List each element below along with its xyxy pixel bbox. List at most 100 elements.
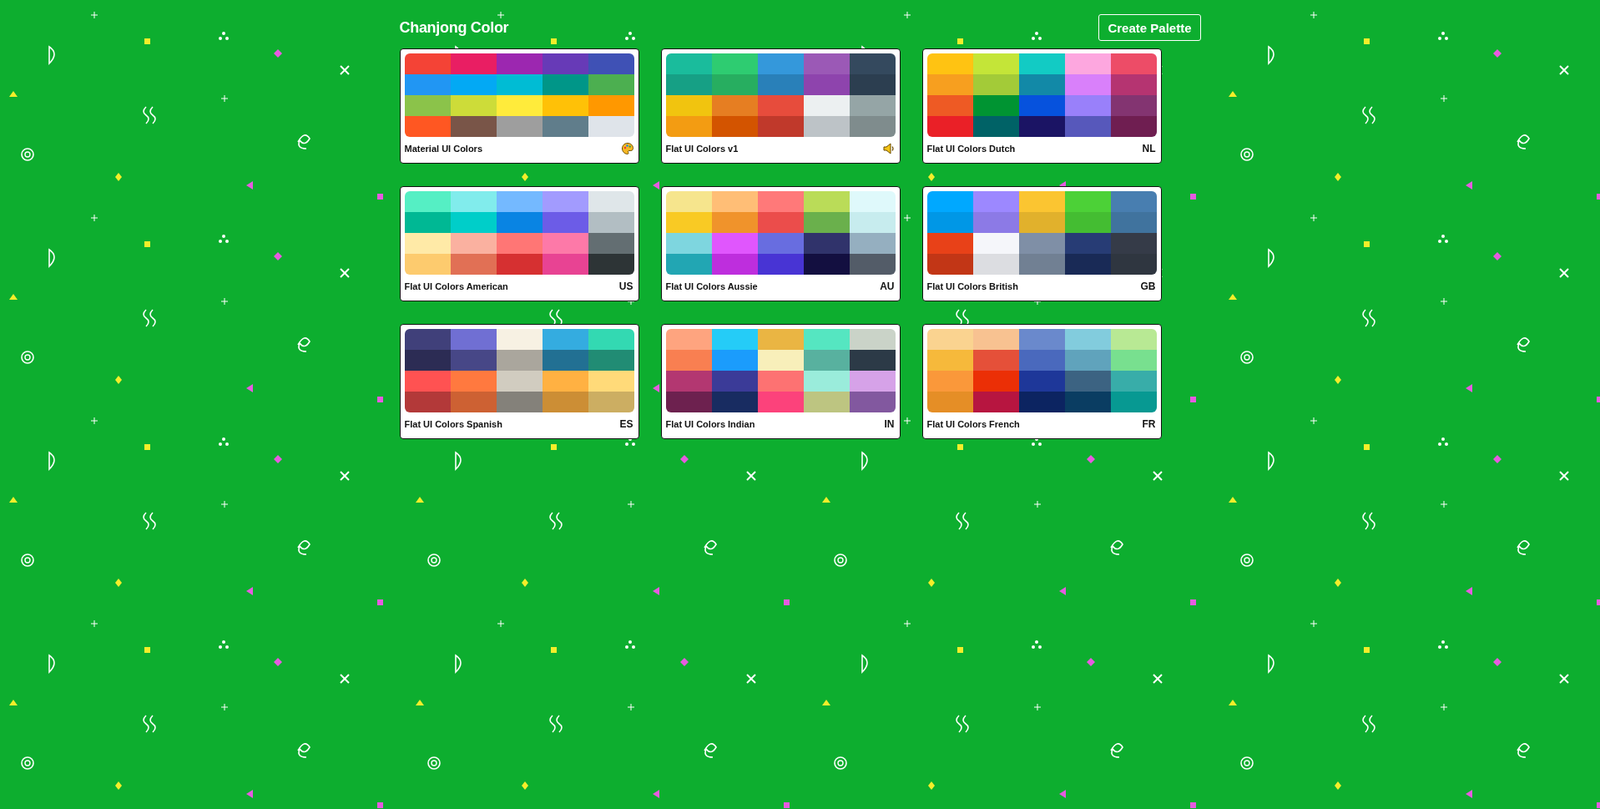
color-swatch[interactable] [711, 95, 758, 117]
color-swatch[interactable] [849, 116, 896, 137]
color-swatch[interactable] [711, 191, 758, 212]
color-swatch[interactable] [666, 74, 712, 96]
color-swatch[interactable] [927, 391, 974, 413]
color-swatch[interactable] [711, 74, 758, 96]
color-swatch[interactable] [496, 74, 543, 96]
color-swatch[interactable] [666, 349, 712, 371]
color-swatch[interactable] [927, 232, 974, 254]
color-swatch[interactable] [588, 74, 635, 96]
color-swatch[interactable] [803, 211, 850, 233]
palette-card[interactable]: Flat UI Colors v1 [661, 48, 901, 164]
color-swatch[interactable] [450, 116, 497, 137]
color-swatch[interactable] [1064, 191, 1111, 212]
color-swatch[interactable] [927, 349, 974, 371]
color-swatch[interactable] [1064, 95, 1111, 117]
color-swatch[interactable] [927, 53, 974, 75]
palette-card[interactable]: Flat UI Colors Aussie AU [661, 186, 901, 302]
color-swatch[interactable] [1064, 53, 1111, 75]
color-swatch[interactable] [757, 95, 804, 117]
palette-card[interactable]: Flat UI Colors Spanish ES [399, 323, 640, 440]
color-swatch[interactable] [542, 253, 589, 275]
create-palette-button[interactable]: Create Palette [1098, 14, 1201, 41]
color-swatch[interactable] [1019, 391, 1065, 413]
color-swatch[interactable] [666, 95, 712, 117]
color-swatch[interactable] [496, 370, 543, 392]
color-swatch[interactable] [588, 328, 635, 350]
color-swatch[interactable] [757, 116, 804, 137]
color-swatch[interactable] [1064, 349, 1111, 371]
color-swatch[interactable] [666, 53, 712, 75]
color-swatch[interactable] [542, 328, 589, 350]
color-swatch[interactable] [757, 232, 804, 254]
color-swatch[interactable] [1110, 211, 1157, 233]
color-swatch[interactable] [404, 349, 451, 371]
color-swatch[interactable] [1110, 232, 1157, 254]
color-swatch[interactable] [803, 391, 850, 413]
color-swatch[interactable] [849, 253, 896, 275]
color-swatch[interactable] [542, 349, 589, 371]
color-swatch[interactable] [711, 116, 758, 137]
color-swatch[interactable] [1019, 253, 1065, 275]
color-swatch[interactable] [973, 53, 1020, 75]
color-swatch[interactable] [757, 53, 804, 75]
color-swatch[interactable] [927, 328, 974, 350]
color-swatch[interactable] [404, 53, 451, 75]
color-swatch[interactable] [803, 232, 850, 254]
color-swatch[interactable] [450, 349, 497, 371]
color-swatch[interactable] [849, 191, 896, 212]
color-swatch[interactable] [849, 232, 896, 254]
color-swatch[interactable] [973, 116, 1020, 137]
color-swatch[interactable] [1110, 391, 1157, 413]
color-swatch[interactable] [927, 95, 974, 117]
color-swatch[interactable] [1019, 95, 1065, 117]
color-swatch[interactable] [711, 53, 758, 75]
color-swatch[interactable] [849, 328, 896, 350]
color-swatch[interactable] [450, 74, 497, 96]
color-swatch[interactable] [973, 328, 1020, 350]
color-swatch[interactable] [757, 349, 804, 371]
color-swatch[interactable] [711, 370, 758, 392]
color-swatch[interactable] [1019, 211, 1065, 233]
color-swatch[interactable] [496, 391, 543, 413]
color-swatch[interactable] [1019, 74, 1065, 96]
color-swatch[interactable] [849, 211, 896, 233]
color-swatch[interactable] [450, 95, 497, 117]
color-swatch[interactable] [1019, 116, 1065, 137]
color-swatch[interactable] [973, 232, 1020, 254]
color-swatch[interactable] [1110, 253, 1157, 275]
color-swatch[interactable] [803, 370, 850, 392]
color-swatch[interactable] [803, 191, 850, 212]
color-swatch[interactable] [1019, 349, 1065, 371]
color-swatch[interactable] [757, 191, 804, 212]
color-swatch[interactable] [803, 253, 850, 275]
color-swatch[interactable] [496, 253, 543, 275]
color-swatch[interactable] [1019, 191, 1065, 212]
color-swatch[interactable] [666, 191, 712, 212]
color-swatch[interactable] [1110, 328, 1157, 350]
color-swatch[interactable] [496, 232, 543, 254]
color-swatch[interactable] [588, 391, 635, 413]
color-swatch[interactable] [450, 53, 497, 75]
color-swatch[interactable] [1064, 232, 1111, 254]
color-swatch[interactable] [1064, 253, 1111, 275]
color-swatch[interactable] [588, 232, 635, 254]
color-swatch[interactable] [803, 349, 850, 371]
color-swatch[interactable] [1019, 370, 1065, 392]
color-swatch[interactable] [496, 53, 543, 75]
color-swatch[interactable] [757, 253, 804, 275]
palette-card[interactable]: Material UI Colors [399, 48, 640, 164]
color-swatch[interactable] [404, 95, 451, 117]
color-swatch[interactable] [849, 370, 896, 392]
color-swatch[interactable] [450, 211, 497, 233]
color-swatch[interactable] [711, 391, 758, 413]
palette-card[interactable]: Flat UI Colors British GB [922, 186, 1162, 302]
color-swatch[interactable] [666, 116, 712, 137]
color-swatch[interactable] [927, 74, 974, 96]
color-swatch[interactable] [450, 391, 497, 413]
color-swatch[interactable] [496, 349, 543, 371]
color-swatch[interactable] [496, 116, 543, 137]
color-swatch[interactable] [542, 232, 589, 254]
color-swatch[interactable] [1110, 53, 1157, 75]
color-swatch[interactable] [1019, 53, 1065, 75]
color-swatch[interactable] [588, 253, 635, 275]
